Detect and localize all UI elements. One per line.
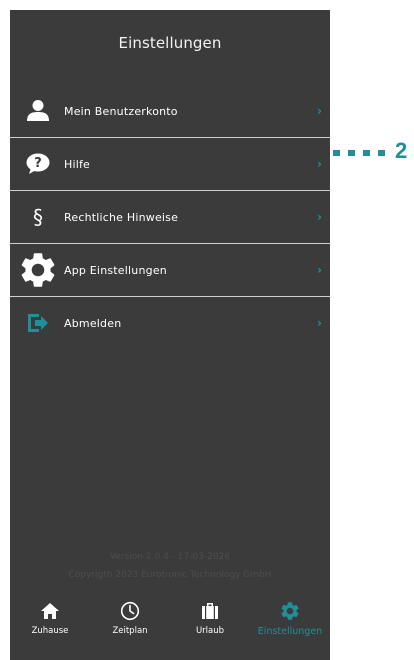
menu-item-label: Abmelden bbox=[64, 316, 122, 330]
callout-dotted-line bbox=[333, 150, 385, 156]
menu-item-help[interactable]: ? Hilfe › bbox=[10, 138, 330, 191]
app-footer: Version 2.0.4 - 17-03-2026 Copyrigth 202… bbox=[10, 548, 330, 584]
svg-text:§: § bbox=[33, 205, 43, 229]
help-bubble-icon: ? bbox=[16, 138, 60, 190]
suitcase-icon bbox=[200, 600, 220, 622]
tab-zeitplan[interactable]: Zeitplan bbox=[90, 596, 170, 652]
menu-item-app-settings[interactable]: App Einstellungen › bbox=[10, 244, 330, 297]
menu-item-label: Hilfe bbox=[64, 157, 91, 171]
gear-icon bbox=[279, 600, 301, 622]
tab-label: Zeitplan bbox=[112, 626, 148, 636]
tab-label: Einstellungen bbox=[257, 626, 323, 637]
chevron-right-icon: › bbox=[317, 104, 322, 118]
menu-item-label: Mein Benutzerkonto bbox=[64, 104, 178, 118]
phone-screen: Einstellungen Mein Benutzerkonto › ? Hil… bbox=[10, 10, 330, 660]
tab-label: Zuhause bbox=[31, 626, 69, 636]
tab-label: Urlaub bbox=[195, 626, 225, 636]
menu-item-account[interactable]: Mein Benutzerkonto › bbox=[10, 85, 330, 138]
menu-item-logout[interactable]: Abmelden › bbox=[10, 297, 330, 349]
section-sign-icon: § bbox=[16, 191, 60, 243]
tab-zuhause[interactable]: Zuhause bbox=[10, 596, 90, 652]
menu-item-legal[interactable]: § Rechtliche Hinweise › bbox=[10, 191, 330, 244]
settings-menu: Mein Benutzerkonto › ? Hilfe › § Rechtli bbox=[10, 85, 330, 349]
version-text: Version 2.0.4 - 17-03-2026 bbox=[109, 552, 231, 562]
menu-item-label: Rechtliche Hinweise bbox=[64, 210, 179, 224]
user-icon bbox=[16, 85, 60, 137]
chevron-right-icon: › bbox=[317, 316, 322, 330]
chevron-right-icon: › bbox=[317, 210, 322, 224]
chevron-right-icon: › bbox=[317, 157, 322, 171]
page-title: Einstellungen bbox=[118, 34, 222, 52]
menu-item-label: App Einstellungen bbox=[64, 263, 167, 277]
home-icon bbox=[40, 600, 60, 622]
tab-urlaub[interactable]: Urlaub bbox=[170, 596, 250, 652]
gear-icon bbox=[16, 244, 60, 296]
clock-icon bbox=[120, 600, 140, 622]
svg-text:?: ? bbox=[34, 156, 42, 171]
tab-einstellungen[interactable]: Einstellungen bbox=[250, 596, 330, 652]
logout-icon bbox=[16, 297, 60, 349]
chevron-right-icon: › bbox=[317, 263, 322, 277]
copyright-text: Copyrigth 2023 Eurotronic Technology Gmb… bbox=[68, 570, 272, 580]
callout-number: 2 bbox=[395, 138, 408, 163]
bottom-tab-bar: Zuhause Zeitplan Urlaub Einstellungen bbox=[10, 596, 330, 652]
